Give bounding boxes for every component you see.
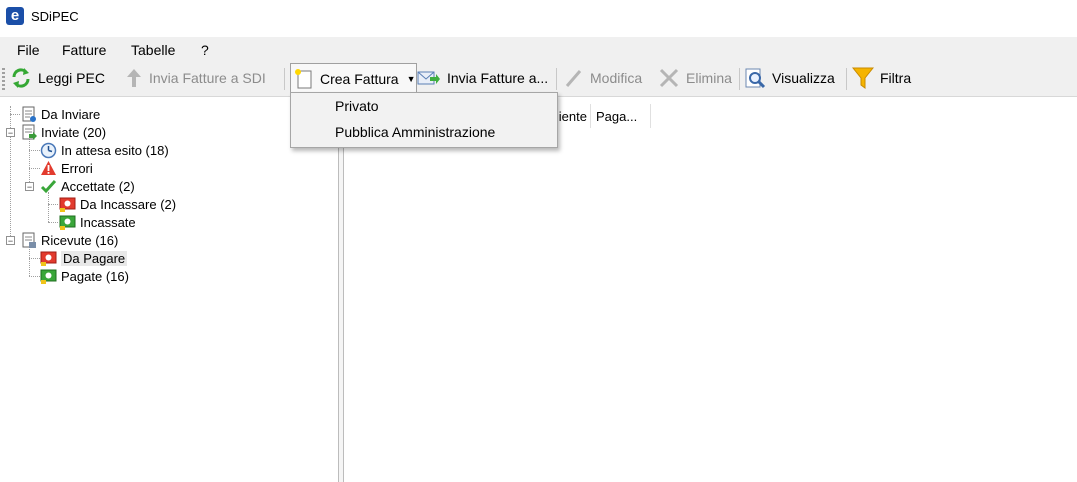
- tree-node-label: Incassate: [80, 214, 136, 230]
- leggi-pec-button[interactable]: Leggi PEC: [10, 61, 105, 95]
- toolbar-separator: [846, 68, 847, 90]
- tree-collapse-toggle[interactable]: −: [6, 128, 15, 138]
- invia-fatture-label: Invia Fatture a...: [447, 70, 549, 86]
- tree-node-da-pagare[interactable]: Da Pagare: [40, 249, 128, 267]
- tree-node-errori[interactable]: Errori: [40, 159, 93, 177]
- tree-node-da-inviare[interactable]: Da Inviare: [20, 105, 100, 123]
- crea-fattura-dropdown: Privato Pubblica Amministrazione: [290, 92, 558, 148]
- delete-x-icon: [659, 68, 679, 88]
- tree-node-label: In attesa esito (18): [61, 142, 169, 158]
- tree-line: [29, 137, 30, 186]
- title-bar: e SDiPEC: [0, 0, 1077, 34]
- refresh-icon: [12, 68, 30, 88]
- tree-node-inviate[interactable]: Inviate (20): [20, 123, 106, 141]
- money-green-icon: [40, 269, 57, 284]
- tree-line: [29, 276, 40, 277]
- dropdown-item-pubblica-amministrazione[interactable]: Pubblica Amministrazione: [335, 124, 495, 140]
- invia-sdi-button[interactable]: Invia Fatture a SDI: [125, 61, 266, 95]
- tree-collapse-toggle[interactable]: −: [25, 182, 34, 192]
- tree-line: [29, 150, 40, 151]
- tree-node-label: Da Inviare: [41, 106, 101, 122]
- filtra-button[interactable]: Filtra: [852, 61, 911, 95]
- toolbar-separator: [556, 68, 557, 90]
- tree-node-label: Inviate (20): [41, 124, 107, 140]
- document-sent-icon: [22, 124, 37, 140]
- tree-node-accettate[interactable]: Accettate (2): [40, 177, 135, 195]
- arrow-up-icon: [127, 69, 141, 87]
- menu-file[interactable]: File: [17, 42, 40, 58]
- document-received-icon: [22, 232, 36, 248]
- view-document-icon: [745, 68, 766, 89]
- visualizza-button[interactable]: Visualizza: [744, 61, 835, 95]
- new-document-icon: [295, 68, 312, 88]
- menu-help[interactable]: ?: [201, 42, 209, 58]
- visualizza-label: Visualizza: [772, 70, 835, 86]
- tree-node-label: Pagate (16): [61, 268, 129, 284]
- filter-funnel-icon: [852, 67, 874, 89]
- dropdown-item-privato[interactable]: Privato: [335, 98, 379, 114]
- tree-collapse-toggle[interactable]: −: [6, 236, 15, 246]
- mail-send-icon: [417, 71, 440, 85]
- tree-node-label: Accettate (2): [61, 178, 135, 194]
- tree-node-in-attesa-esito[interactable]: In attesa esito (18): [40, 141, 169, 159]
- elimina-label: Elimina: [686, 70, 732, 86]
- invia-sdi-label: Invia Fatture a SDI: [149, 70, 266, 86]
- tree-line: [48, 192, 49, 222]
- clock-icon: [40, 142, 57, 158]
- folder-tree: − − − Da Inviare Inviate (20) In attesa …: [0, 104, 338, 482]
- tree-node-ricevute[interactable]: Ricevute (16): [20, 231, 118, 249]
- warning-icon: [41, 160, 56, 175]
- money-red-icon: [40, 251, 57, 266]
- tree-line: [29, 168, 40, 169]
- tree-line: [48, 204, 58, 205]
- invia-fatture-button[interactable]: Invia Fatture a...: [417, 61, 548, 95]
- tree-node-label: Da Pagare: [61, 250, 128, 266]
- document-icon: [22, 106, 36, 122]
- modifica-label: Modifica: [590, 70, 643, 86]
- tree-line: [10, 106, 11, 240]
- tree-line: [48, 222, 58, 223]
- filtra-label: Filtra: [880, 70, 912, 86]
- crea-fattura-button[interactable]: Crea Fattura ▼: [290, 63, 417, 94]
- column-header-pagamento[interactable]: Paga...: [591, 104, 651, 128]
- toolbar-grip[interactable]: [2, 68, 5, 90]
- elimina-button[interactable]: Elimina: [658, 61, 732, 95]
- tree-node-label: Ricevute (16): [41, 232, 119, 248]
- money-red-icon: [59, 197, 76, 212]
- menu-fatture[interactable]: Fatture: [62, 42, 106, 58]
- tree-node-label: Errori: [61, 160, 93, 176]
- tree-node-label: Da Incassare (2): [80, 196, 177, 212]
- toolbar-separator: [284, 68, 285, 90]
- pencil-icon: [565, 70, 582, 87]
- tree-node-da-incassare[interactable]: Da Incassare (2): [59, 195, 176, 213]
- leggi-pec-label: Leggi PEC: [38, 70, 105, 86]
- crea-fattura-label: Crea Fattura: [320, 70, 399, 87]
- tree-node-pagate[interactable]: Pagate (16): [40, 267, 129, 285]
- chevron-down-icon[interactable]: ▼: [407, 74, 416, 84]
- checkmark-icon: [40, 179, 57, 193]
- money-green-icon: [59, 215, 76, 230]
- modifica-button[interactable]: Modifica: [564, 61, 642, 95]
- menu-bar: File Fatture Tabelle ?: [0, 37, 1077, 61]
- app-logo-icon: e: [6, 7, 24, 25]
- tree-line: [10, 114, 20, 115]
- tree-line: [29, 258, 40, 259]
- window-title: SDiPEC: [31, 9, 79, 24]
- tree-node-incassate[interactable]: Incassate: [59, 213, 136, 231]
- toolbar-separator: [739, 68, 740, 90]
- menu-tabelle[interactable]: Tabelle: [131, 42, 175, 58]
- panel-splitter[interactable]: [338, 104, 344, 482]
- tree-line: [29, 245, 30, 276]
